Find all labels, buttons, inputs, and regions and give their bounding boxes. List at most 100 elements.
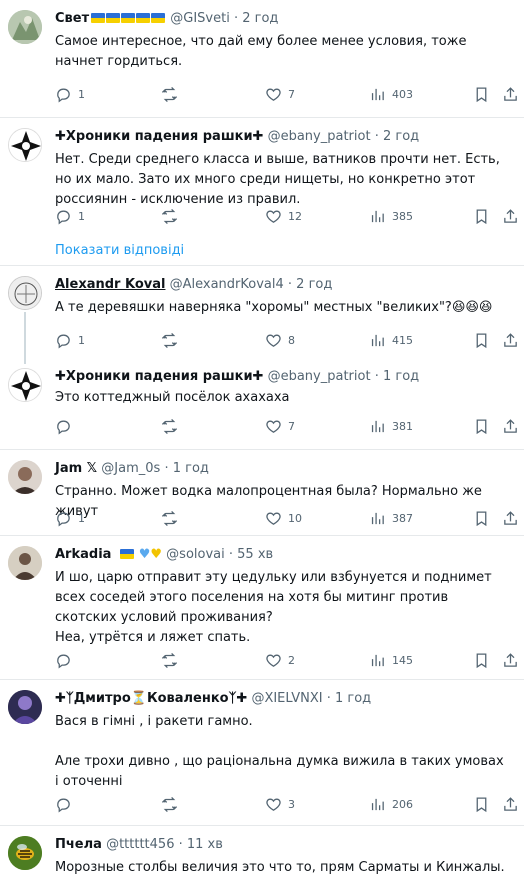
share-button[interactable] xyxy=(502,508,519,528)
bookmark-icon xyxy=(473,332,490,349)
timestamp[interactable]: 1 год xyxy=(383,369,419,384)
author-name[interactable]: Alexandr Koval xyxy=(55,277,165,292)
timestamp[interactable]: 55 хв xyxy=(237,547,273,562)
author-name[interactable]: ✚Хроники падения рашки✚ xyxy=(55,369,263,384)
avatar[interactable] xyxy=(8,836,42,870)
share-button[interactable] xyxy=(502,330,519,350)
retweet-icon xyxy=(161,418,178,435)
tweet-text: Нет. Среди среднего класса и выше, ватни… xyxy=(55,152,500,207)
author-name[interactable]: Arkadia xyxy=(55,547,111,562)
reply-button[interactable]: 1 xyxy=(55,508,85,528)
views-button[interactable]: 403 xyxy=(369,84,413,104)
retweet-button[interactable] xyxy=(161,650,184,670)
tweet[interactable]: ✚ᛉДмитро⏳Коваленкоᛉ✚ @XIELVNXI · 1 год В… xyxy=(0,680,524,826)
timestamp[interactable]: 2 год xyxy=(296,277,332,292)
like-button[interactable]: 3 xyxy=(265,794,295,814)
reply-button[interactable] xyxy=(55,794,78,814)
reply-button[interactable]: 1 xyxy=(55,330,85,350)
avatar[interactable] xyxy=(8,546,42,580)
retweet-button[interactable] xyxy=(161,794,184,814)
bookmark-button[interactable] xyxy=(473,416,490,436)
timestamp[interactable]: 2 год xyxy=(242,11,278,26)
analytics-icon xyxy=(369,796,386,813)
tweet-text: И шо, царю отправит эту цедульку или взб… xyxy=(55,570,492,645)
share-icon xyxy=(502,418,519,435)
bookmark-icon xyxy=(473,652,490,669)
views-button[interactable]: 387 xyxy=(369,508,413,528)
bookmark-button[interactable] xyxy=(473,84,490,104)
tweet-text: Вася в гімні , і ракети гамно. Але трохи… xyxy=(55,714,504,789)
retweet-button[interactable] xyxy=(161,206,184,226)
tweet[interactable]: Jam 𝕏 @Jam_0s · 1 год Странно. Может вод… xyxy=(0,450,524,536)
avatar[interactable] xyxy=(8,128,42,162)
retweet-button[interactable] xyxy=(161,416,184,436)
author-handle[interactable]: @solovai xyxy=(166,547,225,562)
tweet-text: А те деревяшки наверняка "хоромы" местны… xyxy=(55,300,493,315)
like-button[interactable]: 7 xyxy=(265,416,295,436)
views-button[interactable]: 415 xyxy=(369,330,413,350)
like-button[interactable]: 12 xyxy=(265,206,302,226)
avatar[interactable] xyxy=(8,460,42,494)
tweet[interactable]: Свет @GISveti · 2 год Самое интересное, … xyxy=(0,0,524,118)
retweet-button[interactable] xyxy=(161,84,184,104)
share-button[interactable] xyxy=(502,650,519,670)
reply-button[interactable]: 1 xyxy=(55,84,85,104)
views-button[interactable]: 206 xyxy=(369,794,413,814)
tweet[interactable]: Пчела @tttttt456 · 11 хв Морозные столбы… xyxy=(0,826,524,879)
show-replies-link[interactable]: Показати відповіді xyxy=(0,236,524,266)
heart-icon xyxy=(265,208,282,225)
tweet[interactable]: ✚Хроники падения рашки✚ @ebany_patriot ·… xyxy=(0,118,524,236)
timestamp[interactable]: 2 год xyxy=(383,129,419,144)
author-name[interactable]: ✚Хроники падения рашки✚ xyxy=(55,129,263,144)
author-name[interactable]: ✚ᛉДмитро⏳Коваленкоᛉ✚ xyxy=(55,691,247,706)
bookmark-button[interactable] xyxy=(473,650,490,670)
timestamp[interactable]: 11 хв xyxy=(187,837,223,852)
like-button[interactable]: 10 xyxy=(265,508,302,528)
tweet[interactable]: Arkadia ♥♥ @solovai · 55 хв И шо, царю о… xyxy=(0,536,524,680)
views-button[interactable]: 381 xyxy=(369,416,413,436)
bookmark-button[interactable] xyxy=(473,206,490,226)
analytics-icon xyxy=(369,510,386,527)
avatar[interactable] xyxy=(8,690,42,724)
share-button[interactable] xyxy=(502,206,519,226)
author-handle[interactable]: @Jam_0s xyxy=(101,461,160,476)
avatar[interactable] xyxy=(8,10,42,44)
share-button[interactable] xyxy=(502,84,519,104)
like-button[interactable]: 8 xyxy=(265,330,295,350)
author-handle[interactable]: @GISveti xyxy=(170,11,230,26)
author-handle[interactable]: @AlexandrKoval4 xyxy=(170,277,284,292)
show-replies-label[interactable]: Показати відповіді xyxy=(55,243,184,258)
share-button[interactable] xyxy=(502,416,519,436)
bookmark-button[interactable] xyxy=(473,794,490,814)
replies-count: 1 xyxy=(78,209,85,223)
author-handle[interactable]: @ebany_patriot xyxy=(268,129,371,144)
timestamp[interactable]: 1 год xyxy=(173,461,209,476)
author-name[interactable]: Пчела xyxy=(55,837,102,852)
author-handle[interactable]: @tttttt456 xyxy=(106,837,174,852)
avatar[interactable] xyxy=(8,276,42,310)
retweet-button[interactable] xyxy=(161,330,184,350)
reply-button[interactable] xyxy=(55,650,78,670)
replies-count: 1 xyxy=(78,511,85,525)
like-button[interactable]: 7 xyxy=(265,84,295,104)
avatar[interactable] xyxy=(8,368,42,402)
reply-button[interactable]: 1 xyxy=(55,206,85,226)
author-handle[interactable]: @ebany_patriot xyxy=(268,369,371,384)
views-button[interactable]: 385 xyxy=(369,206,413,226)
bookmark-button[interactable] xyxy=(473,330,490,350)
heart-icon xyxy=(265,652,282,669)
author-name[interactable]: Свет xyxy=(55,11,89,26)
retweet-icon xyxy=(161,86,178,103)
tweet[interactable]: Alexandr Koval @AlexandrKoval4 · 2 год А… xyxy=(0,266,524,364)
ukraine-flags-icon xyxy=(91,11,166,26)
bookmark-button[interactable] xyxy=(473,508,490,528)
tweet[interactable]: ✚Хроники падения рашки✚ @ebany_patriot ·… xyxy=(0,364,524,450)
author-handle[interactable]: @XIELVNXI xyxy=(251,691,322,706)
author-name[interactable]: Jam 𝕏 xyxy=(55,461,97,476)
views-button[interactable]: 145 xyxy=(369,650,413,670)
share-button[interactable] xyxy=(502,794,519,814)
retweet-button[interactable] xyxy=(161,508,184,528)
reply-button[interactable] xyxy=(55,416,78,436)
timestamp[interactable]: 1 год xyxy=(335,691,371,706)
like-button[interactable]: 2 xyxy=(265,650,295,670)
